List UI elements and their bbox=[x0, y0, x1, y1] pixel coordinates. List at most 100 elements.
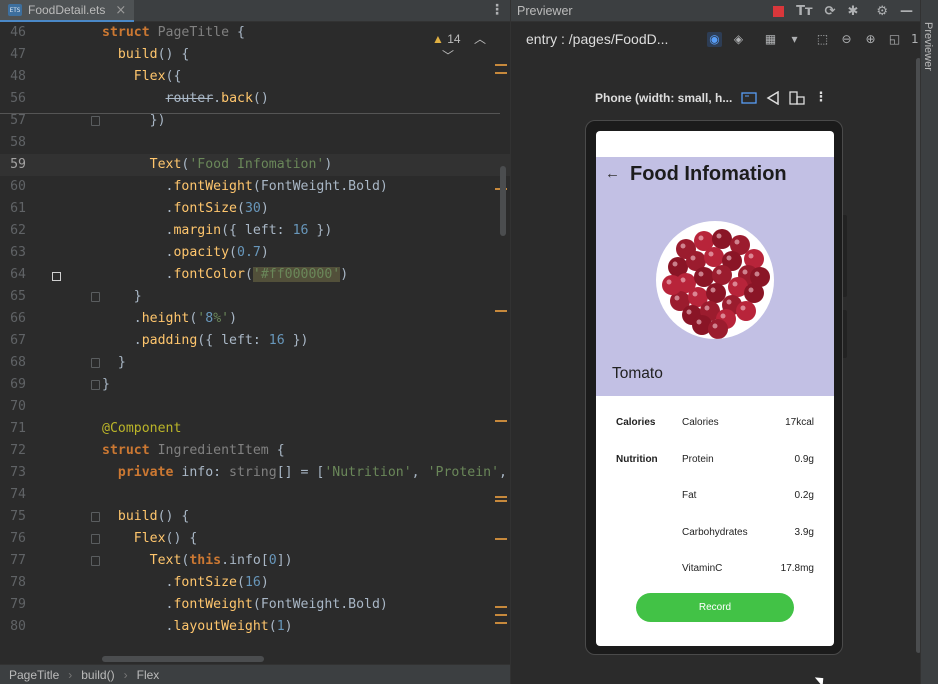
code-line[interactable]: 48 Flex({ bbox=[0, 66, 510, 88]
code-text[interactable]: .padding({ left: 16 }) bbox=[102, 330, 309, 352]
fold-marker-icon[interactable] bbox=[91, 534, 100, 544]
code-text[interactable]: .opacity(0.7) bbox=[102, 242, 269, 264]
code-line[interactable]: 66 .height('8%') bbox=[0, 308, 510, 330]
breadcrumb-item[interactable]: Flex bbox=[137, 668, 160, 682]
code-text[interactable]: .margin({ left: 16 }) bbox=[102, 220, 333, 242]
layers-icon[interactable]: ◈ bbox=[731, 32, 746, 47]
device-label[interactable]: Phone (width: small, h... bbox=[595, 91, 732, 105]
line-number[interactable]: 61 bbox=[0, 198, 26, 220]
line-number[interactable]: 57 bbox=[0, 110, 26, 132]
tab-food-detail[interactable]: ETS FoodDetail.ets × bbox=[0, 0, 134, 22]
code-line[interactable]: 77 Text(this.info[0]) bbox=[0, 550, 510, 572]
code-text[interactable]: .fontSize(16) bbox=[102, 572, 269, 594]
code-text[interactable]: @Component bbox=[102, 418, 181, 440]
breadcrumb-item[interactable]: build() bbox=[81, 668, 114, 682]
code-text[interactable]: }) bbox=[102, 110, 166, 132]
rotate-device-icon[interactable] bbox=[789, 90, 805, 105]
code-line[interactable]: 67 .padding({ left: 16 }) bbox=[0, 330, 510, 352]
line-number[interactable]: 80 bbox=[0, 616, 26, 638]
code-line[interactable]: 80 .layoutWeight(1) bbox=[0, 616, 510, 638]
line-number[interactable]: 47 bbox=[0, 44, 26, 66]
code-line[interactable]: 74 bbox=[0, 484, 510, 506]
zoom-out-icon[interactable]: ⊖ bbox=[839, 32, 854, 47]
record-button[interactable]: Record bbox=[636, 593, 794, 622]
editor-vertical-scrollbar[interactable] bbox=[500, 166, 506, 236]
line-number[interactable]: 64 bbox=[0, 264, 26, 286]
line-number[interactable]: 77 bbox=[0, 550, 26, 572]
code-text[interactable]: .fontColor('#ff000000') bbox=[102, 264, 348, 286]
refresh-icon[interactable]: ⟳ bbox=[825, 4, 836, 19]
next-highlight-icon[interactable]: ﹀ bbox=[442, 49, 454, 63]
line-number[interactable]: 78 bbox=[0, 572, 26, 594]
breadcrumb-item[interactable]: PageTitle bbox=[9, 668, 59, 682]
fold-marker-icon[interactable] bbox=[91, 556, 100, 566]
line-number[interactable]: 70 bbox=[0, 396, 26, 418]
code-text[interactable]: } bbox=[102, 286, 142, 308]
line-number[interactable]: 62 bbox=[0, 220, 26, 242]
line-number[interactable]: 46 bbox=[0, 24, 26, 44]
code-line[interactable]: 72 struct IngredientItem { bbox=[0, 440, 510, 462]
code-line[interactable]: 69} bbox=[0, 374, 510, 396]
device-frame-icon[interactable] bbox=[741, 91, 757, 104]
code-text[interactable]: router.back() bbox=[102, 88, 269, 110]
code-line[interactable]: 63 .opacity(0.7) bbox=[0, 242, 510, 264]
code-text[interactable]: .height('8%') bbox=[102, 308, 237, 330]
code-area[interactable]: 46 struct PageTitle {47 build() {48 Flex(… bbox=[0, 24, 510, 662]
code-text[interactable]: Flex() { bbox=[102, 528, 198, 550]
code-text[interactable]: Flex({ bbox=[102, 66, 182, 88]
code-line[interactable]: 57 }) bbox=[0, 110, 510, 132]
code-line[interactable]: 68 } bbox=[0, 352, 510, 374]
code-line[interactable]: 62 .margin({ left: 16 }) bbox=[0, 220, 510, 242]
fold-marker-icon[interactable] bbox=[91, 512, 100, 522]
code-editor[interactable]: ETS FoodDetail.ets × ⋮ 46 struct PageTitl… bbox=[0, 0, 510, 684]
line-number[interactable]: 48 bbox=[0, 66, 26, 88]
line-number[interactable]: 63 bbox=[0, 242, 26, 264]
code-text[interactable]: } bbox=[102, 352, 126, 374]
line-number[interactable]: 79 bbox=[0, 594, 26, 616]
line-number[interactable]: 75 bbox=[0, 506, 26, 528]
more-icon[interactable]: ⋮ bbox=[490, 2, 504, 18]
code-line[interactable]: 60 .fontWeight(FontWeight.Bold) bbox=[0, 176, 510, 198]
fullscreen-icon[interactable]: ◱ bbox=[887, 32, 902, 47]
code-text[interactable]: .layoutWeight(1) bbox=[102, 616, 293, 638]
chevron-down-icon[interactable]: ▾ bbox=[787, 32, 802, 47]
line-number[interactable]: 71 bbox=[0, 418, 26, 440]
debug-icon[interactable]: ✱ bbox=[847, 4, 858, 19]
code-line[interactable]: 76 Flex() { bbox=[0, 528, 510, 550]
line-number[interactable]: 59 bbox=[0, 154, 26, 176]
editor-horizontal-scrollbar[interactable] bbox=[102, 656, 264, 662]
code-line[interactable]: 75 build() { bbox=[0, 506, 510, 528]
minimize-icon[interactable]: — bbox=[900, 4, 913, 19]
code-text[interactable]: struct PageTitle { bbox=[102, 24, 245, 44]
code-text[interactable]: .fontWeight(FontWeight.Bold) bbox=[102, 594, 388, 616]
more-icon[interactable]: ⋮ bbox=[814, 90, 827, 105]
code-line[interactable]: 78 .fontSize(16) bbox=[0, 572, 510, 594]
code-text[interactable]: .fontWeight(FontWeight.Bold) bbox=[102, 176, 388, 198]
code-line[interactable]: 58 bbox=[0, 132, 510, 154]
fold-marker-icon[interactable] bbox=[91, 358, 100, 368]
warnings-indicator[interactable]: ▲ 14 ︿ ﹀ bbox=[432, 30, 510, 64]
code-line[interactable]: 79 .fontWeight(FontWeight.Bold) bbox=[0, 594, 510, 616]
code-text[interactable]: Text(this.info[0]) bbox=[102, 550, 293, 572]
previewer-stripe-button[interactable]: Previewer bbox=[922, 22, 934, 71]
code-line[interactable]: 73 private info: string[] = ['Nutrition'… bbox=[0, 462, 510, 484]
color-swatch-icon[interactable] bbox=[52, 272, 61, 281]
inspector-icon[interactable]: ◉ bbox=[707, 32, 722, 47]
zoom-in-icon[interactable]: ⊕ bbox=[863, 32, 878, 47]
fold-marker-icon[interactable] bbox=[91, 292, 100, 302]
fold-marker-icon[interactable] bbox=[91, 380, 100, 390]
code-text[interactable]: Text('Food Infomation') bbox=[102, 154, 333, 176]
line-number[interactable]: 76 bbox=[0, 528, 26, 550]
prev-highlight-icon[interactable]: ︿ bbox=[474, 32, 486, 46]
code-line[interactable]: 59 Text('Food Infomation') bbox=[0, 154, 510, 176]
line-number[interactable]: 69 bbox=[0, 374, 26, 396]
text-size-icon[interactable]: Tт bbox=[796, 4, 812, 19]
code-text[interactable]: private info: string[] = ['Nutrition', '… bbox=[102, 462, 507, 484]
back-arrow-icon[interactable]: ← bbox=[605, 165, 620, 182]
code-text[interactable]: .fontSize(30) bbox=[102, 198, 269, 220]
code-line[interactable]: 64 .fontColor('#ff000000') bbox=[0, 264, 510, 286]
line-number[interactable]: 72 bbox=[0, 440, 26, 462]
entry-selector[interactable]: entry : /pages/FoodD... bbox=[526, 31, 668, 47]
code-line[interactable]: 56 router.back() bbox=[0, 88, 510, 110]
code-text[interactable]: } bbox=[102, 374, 110, 396]
